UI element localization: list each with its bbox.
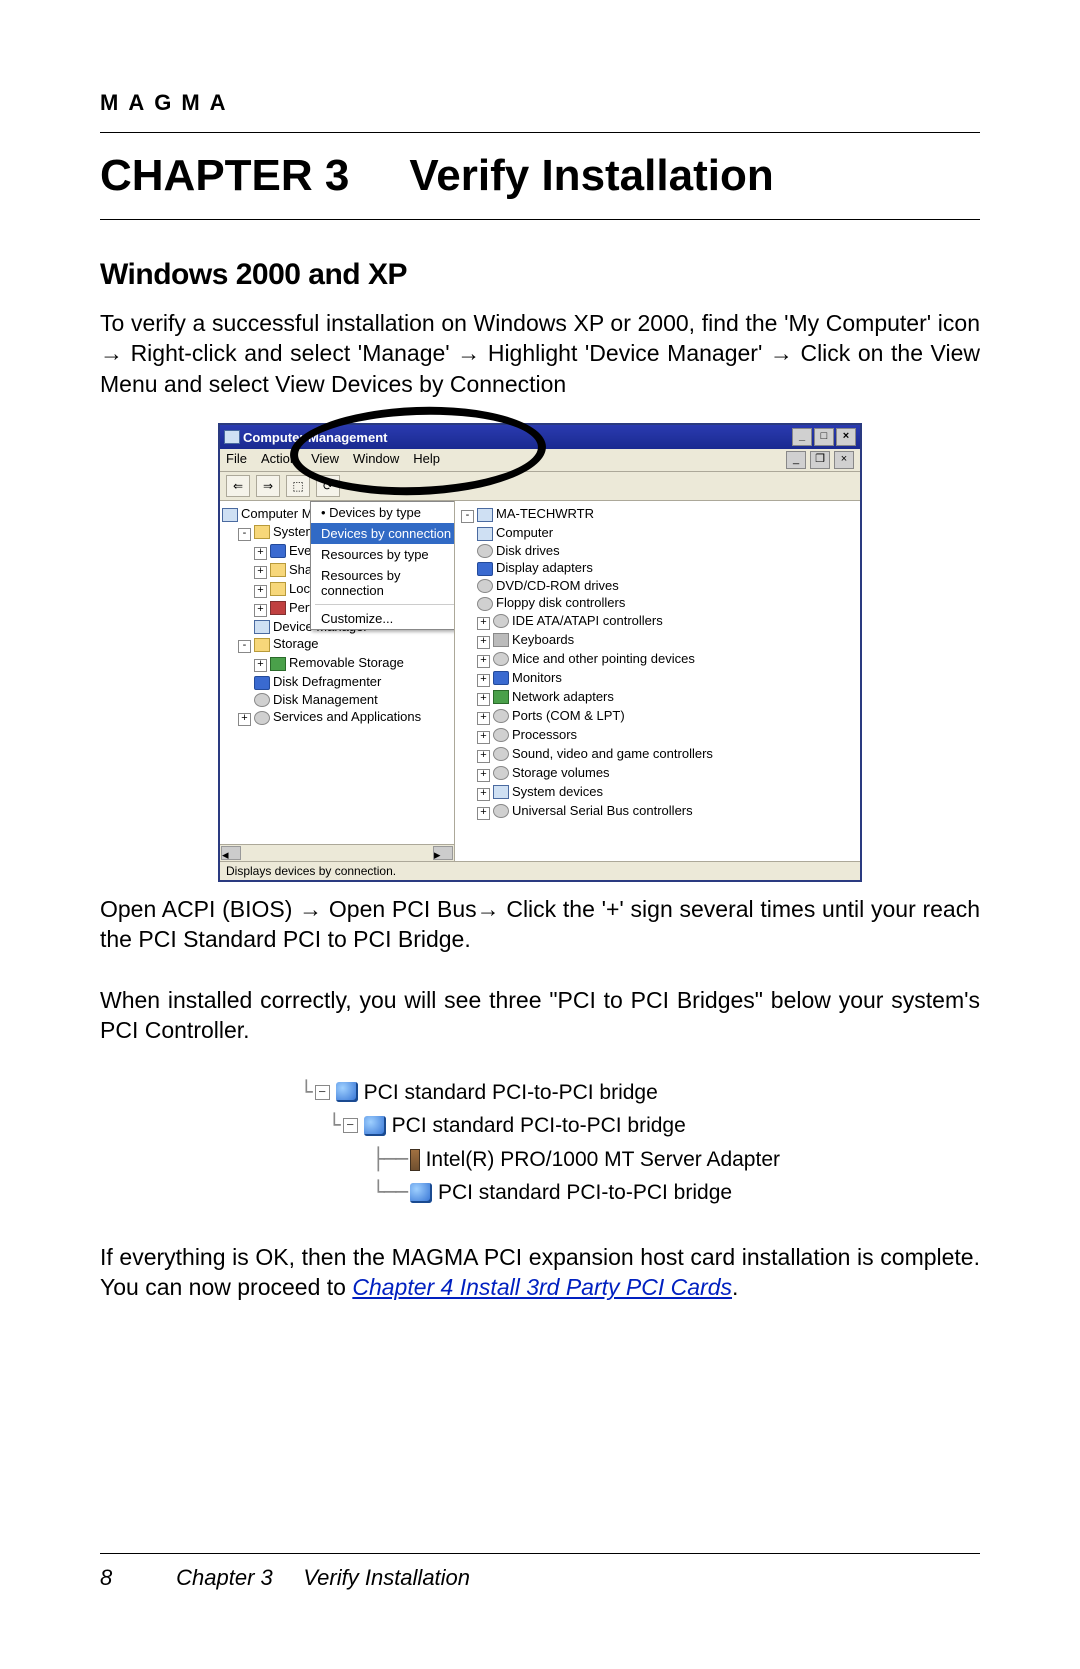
menu-item-devices-by-connection[interactable]: Devices by connection: [311, 523, 455, 544]
menu-view[interactable]: View: [311, 451, 339, 469]
brand-header: MAGMA: [100, 90, 980, 116]
intel-nic[interactable]: ├──Intel(R) PRO/1000 MT Server Adapter: [300, 1143, 780, 1177]
pci-icon: [364, 1116, 386, 1136]
document-page: MAGMA CHAPTER 3 Verify Installation Windo…: [0, 0, 1080, 1669]
chapter-title-text: Verify Installation: [409, 151, 773, 200]
pci-icon: [410, 1183, 432, 1203]
view-dropdown-menu: Devices by type Devices by connection Re…: [310, 501, 455, 630]
toolbar: ⇐ ⇒ ⬚ ⟳: [220, 472, 860, 501]
device-item[interactable]: +Keyboards: [461, 631, 854, 650]
tree-disk-management[interactable]: Disk Management: [222, 691, 452, 709]
menu-item-devices-by-type[interactable]: Devices by type: [311, 502, 455, 523]
device-item[interactable]: +Mice and other pointing devices: [461, 650, 854, 669]
device-item[interactable]: Disk drives: [461, 542, 854, 560]
menu-item-resources-by-type[interactable]: Resources by type: [311, 544, 455, 565]
screenshot-computer-management: Computer Management _ □ × File Action Vi…: [218, 423, 862, 882]
device-item[interactable]: +Processors: [461, 726, 854, 745]
tree-removable-storage[interactable]: +Removable Storage: [222, 654, 452, 673]
page-number: 8: [100, 1565, 170, 1591]
close-button[interactable]: ×: [836, 428, 856, 446]
child-minimize-button[interactable]: _: [786, 451, 806, 469]
screenshot-pci-tree: └−PCI standard PCI-to-PCI bridge └−PCI s…: [300, 1076, 780, 1210]
device-item[interactable]: Display adapters: [461, 559, 854, 577]
device-item[interactable]: +Network adapters: [461, 688, 854, 707]
device-item[interactable]: Computer: [461, 524, 854, 542]
device-item[interactable]: Floppy disk controllers: [461, 594, 854, 612]
paragraph-4: If everything is OK, then the MAGMA PCI …: [100, 1242, 980, 1303]
chapter-heading: CHAPTER 3 Verify Installation: [100, 151, 980, 201]
pci-bridge-1[interactable]: └−PCI standard PCI-to-PCI bridge: [300, 1076, 780, 1110]
paragraph-3: When installed correctly, you will see t…: [100, 985, 980, 1046]
refresh-button[interactable]: ⟳: [316, 475, 340, 497]
menu-file[interactable]: File: [226, 451, 247, 469]
forward-button[interactable]: ⇒: [256, 475, 280, 497]
maximize-button[interactable]: □: [814, 428, 834, 446]
device-host[interactable]: -MA-TECHWRTR: [461, 505, 854, 524]
top-rule: [100, 132, 980, 133]
minimize-button[interactable]: _: [792, 428, 812, 446]
back-button[interactable]: ⇐: [226, 475, 250, 497]
page-footer: 8 Chapter 3 Verify Installation: [100, 1565, 470, 1591]
tree-disk-defragmenter[interactable]: Disk Defragmenter: [222, 673, 452, 691]
window-body: Devices by type Devices by connection Re…: [220, 501, 860, 861]
child-restore-button[interactable]: ❐: [810, 451, 830, 469]
footer-title: Verify Installation: [303, 1565, 470, 1590]
tree-services[interactable]: +Services and Applications: [222, 708, 452, 727]
device-item[interactable]: +Universal Serial Bus controllers: [461, 802, 854, 821]
footer-chapter: Chapter 3: [176, 1565, 273, 1590]
pci-bridge-2[interactable]: └−PCI standard PCI-to-PCI bridge: [300, 1109, 780, 1143]
menu-item-customize[interactable]: Customize...: [311, 608, 455, 629]
app-icon: [224, 430, 240, 444]
pci-icon: [336, 1082, 358, 1102]
pci-bridge-3[interactable]: └──PCI standard PCI-to-PCI bridge: [300, 1176, 780, 1210]
device-item[interactable]: +System devices: [461, 783, 854, 802]
menubar: File Action View Window Help _ ❐ ×: [220, 449, 860, 472]
window-title: Computer Management: [243, 430, 387, 445]
chapter-label: CHAPTER 3: [100, 151, 349, 200]
menu-item-resources-by-connection[interactable]: Resources by connection: [311, 565, 455, 601]
section-heading: Windows 2000 and XP: [100, 258, 980, 292]
menu-action[interactable]: Action: [261, 451, 297, 469]
left-pane-scrollbar[interactable]: ◂ ▸: [220, 844, 454, 861]
device-item[interactable]: +IDE ATA/ATAPI controllers: [461, 612, 854, 631]
tree-storage[interactable]: -Storage: [222, 635, 452, 654]
left-tree-pane: Devices by type Devices by connection Re…: [220, 501, 455, 861]
device-item[interactable]: DVD/CD-ROM drives: [461, 577, 854, 595]
status-bar: Displays devices by connection.: [220, 861, 860, 880]
paragraph-1: To verify a successful installation on W…: [100, 308, 980, 399]
nic-icon: [410, 1149, 420, 1171]
chapter-4-link[interactable]: Chapter 4 Install 3rd Party PCI Cards: [352, 1274, 732, 1300]
menu-help[interactable]: Help: [413, 451, 440, 469]
title-rule: [100, 219, 980, 220]
device-item[interactable]: +Monitors: [461, 669, 854, 688]
window-titlebar: Computer Management _ □ ×: [220, 425, 860, 449]
footer-rule: [100, 1553, 980, 1554]
child-close-button[interactable]: ×: [834, 451, 854, 469]
menu-window[interactable]: Window: [353, 451, 399, 469]
device-item[interactable]: +Storage volumes: [461, 764, 854, 783]
up-button[interactable]: ⬚: [286, 475, 310, 497]
scroll-right-button[interactable]: ▸: [433, 846, 453, 860]
right-tree-pane: -MA-TECHWRTR Computer Disk drives Displa…: [455, 501, 860, 861]
device-item[interactable]: +Sound, video and game controllers: [461, 745, 854, 764]
paragraph-2: Open ACPI (BIOS) → Open PCI Bus→ Click t…: [100, 894, 980, 955]
scroll-left-button[interactable]: ◂: [221, 846, 241, 860]
device-item[interactable]: +Ports (COM & LPT): [461, 707, 854, 726]
